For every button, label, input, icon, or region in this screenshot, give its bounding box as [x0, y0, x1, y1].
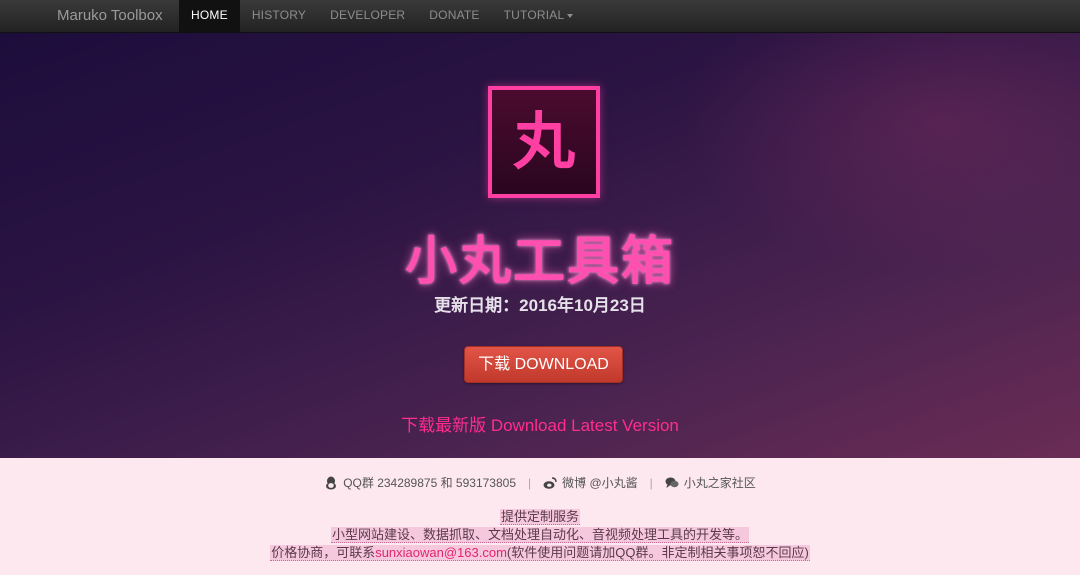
brand-link[interactable]: Maruko Toolbox — [57, 0, 163, 33]
email-link[interactable]: sunxiaowan@163.com — [375, 545, 507, 560]
divider: | — [649, 475, 653, 490]
app-title: 小丸工具箱 — [404, 232, 675, 292]
weibo-text: 微博 @小丸酱 — [562, 476, 638, 490]
qq-group-text: QQ群 234289875 和 593173805 — [343, 476, 516, 490]
download-button[interactable]: 下载 DOWNLOAD — [464, 346, 623, 383]
caret-down-icon — [567, 13, 574, 18]
community-link[interactable]: 小丸之家社区 — [665, 474, 756, 491]
nav-item-tutorial-label: TUTORIAL — [503, 8, 565, 22]
app-logo: 丸 — [488, 86, 600, 198]
latest-version-link[interactable]: 下载最新版 Download Latest Version — [0, 411, 1080, 436]
logo-glyph: 丸 — [512, 105, 575, 178]
nav-item-home[interactable]: HOME — [179, 0, 240, 33]
nav-item-donate[interactable]: DONATE — [417, 0, 491, 33]
qq-group[interactable]: QQ群 234289875 和 593173805 — [324, 474, 516, 491]
nav-item-tutorial[interactable]: TUTORIAL — [492, 0, 586, 33]
contact-bar: QQ群 234289875 和 593173805 | 微博 @小丸酱 | 小丸… — [0, 474, 1080, 491]
service-description: 小型网站建设、数据抓取、文档处理自动化、音视频处理工具的开发等。 — [330, 527, 749, 543]
contact-note-suffix: (软件使用问题请加QQ群。非定制相关事项恕不回应) — [506, 545, 809, 560]
contact-note: 价格协商，可联系sunxiaowan@163.com(软件使用问题请加QQ群。非… — [270, 545, 810, 561]
update-date: 更新日期：2016年10月23日 — [434, 296, 646, 315]
nav-item-history[interactable]: HISTORY — [240, 0, 318, 33]
contact-note-prefix: 价格协商，可联系 — [271, 545, 376, 560]
nav-item-developer[interactable]: DEVELOPER — [318, 0, 417, 33]
weibo-link[interactable]: 微博 @小丸酱 — [543, 474, 638, 491]
chat-bubbles-icon — [665, 477, 679, 488]
footer: QQ群 234289875 和 593173805 | 微博 @小丸酱 | 小丸… — [0, 458, 1080, 575]
navbar: Maruko Toolbox HOME HISTORY DEVELOPER DO… — [0, 0, 1080, 33]
hero-section: 丸 小丸工具箱 更新日期：2016年10月23日 下载 DOWNLOAD 下载最… — [0, 33, 1080, 458]
qq-penguin-icon — [326, 476, 337, 489]
custom-service-notes: 提供定制服务 小型网站建设、数据抓取、文档处理自动化、音视频处理工具的开发等。 … — [0, 508, 1080, 562]
community-text: 小丸之家社区 — [683, 476, 756, 490]
divider: | — [528, 475, 532, 490]
service-heading: 提供定制服务 — [499, 509, 580, 525]
nav-menu: HOME HISTORY DEVELOPER DONATE TUTORIAL — [179, 0, 585, 33]
weibo-icon — [543, 476, 557, 489]
